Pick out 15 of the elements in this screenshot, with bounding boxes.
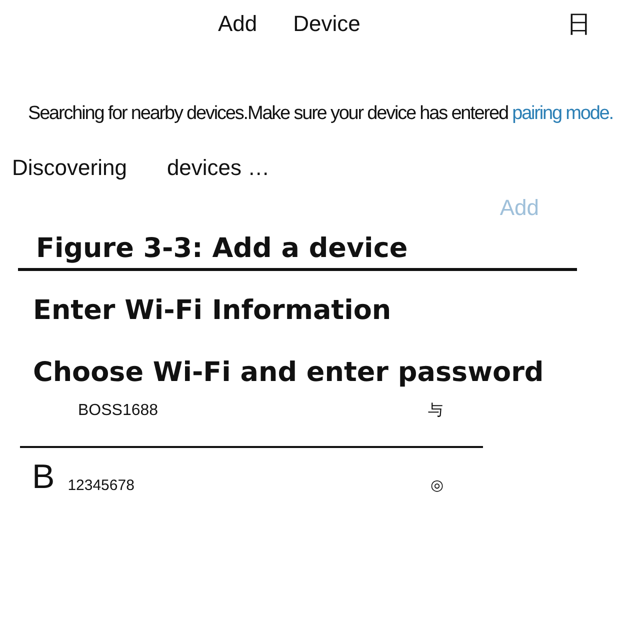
figure-caption: Figure 3-3: Add a device xyxy=(36,233,409,264)
status-text: devices … xyxy=(166,155,270,181)
wifi-name-field[interactable]: BOSS1688 xyxy=(78,402,158,420)
pairing-mode-link[interactable]: pairing mode. xyxy=(512,103,613,124)
section-heading: Choose Wi-Fi and enter password xyxy=(33,356,545,390)
field-prefix: B xyxy=(32,460,55,494)
section-heading: Enter Wi-Fi Information xyxy=(33,294,392,328)
screen-title: Add xyxy=(218,11,258,37)
instruction-text: Searching for nearby devices.Make sure your device has entered pairing mode. xyxy=(28,102,614,126)
status-text: Discovering xyxy=(12,155,127,181)
scan-button[interactable]: 日 xyxy=(567,8,591,40)
password-field[interactable]: 12345678 xyxy=(68,477,134,494)
screen-title: Device xyxy=(293,11,360,37)
show-password-icon[interactable]: ◎ xyxy=(430,476,444,494)
switch-network-icon[interactable]: 与 xyxy=(428,401,444,420)
